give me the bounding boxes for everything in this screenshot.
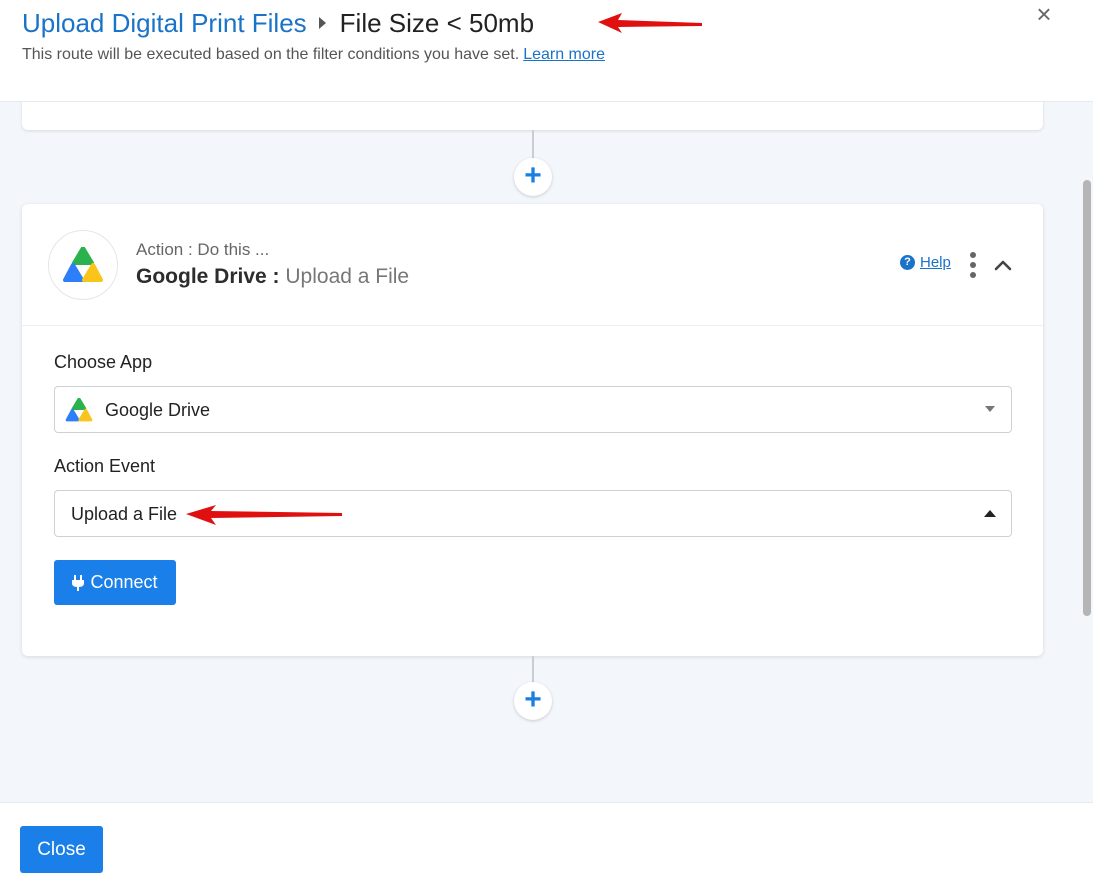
action-step-label: Action : Do this ... (136, 240, 270, 259)
plug-icon (72, 574, 85, 591)
close-icon[interactable]: × (1032, 1, 1056, 27)
breadcrumb: Upload Digital Print Files File Size < 5… (22, 6, 534, 40)
chevron-up-icon[interactable] (994, 256, 1012, 274)
app-logo (48, 230, 118, 300)
choose-app-value: Google Drive (105, 400, 211, 420)
breadcrumb-current: File Size < 50mb (339, 8, 535, 38)
action-event-value: Upload a File (71, 504, 178, 524)
action-app-name: Google Drive (136, 265, 267, 288)
annotation-arrow-icon (186, 505, 342, 525)
add-step-button[interactable]: + (514, 682, 552, 720)
add-step-button[interactable]: + (514, 158, 552, 196)
caret-up-icon (984, 510, 996, 517)
action-step-title: Google Drive : Upload a File (136, 265, 409, 289)
action-card-header[interactable]: Action : Do this ... Google Drive : Uplo… (22, 204, 1043, 326)
breadcrumb-separator-icon (318, 17, 326, 29)
subtitle-text: This route will be executed based on the… (22, 46, 520, 63)
breadcrumb-parent-link[interactable]: Upload Digital Print Files (22, 6, 307, 40)
help-link[interactable]: ? Help (900, 254, 951, 271)
action-event-name: Upload a File (285, 265, 410, 288)
google-drive-icon (63, 247, 103, 282)
previous-step-card[interactable] (22, 102, 1043, 130)
google-drive-icon (65, 398, 93, 422)
action-step-card: Action : Do this ... Google Drive : Uplo… (22, 204, 1043, 656)
more-options-icon[interactable] (965, 252, 981, 278)
learn-more-link[interactable]: Learn more (523, 46, 605, 63)
title-separator: : (266, 265, 286, 288)
choose-app-select[interactable]: Google Drive (54, 386, 1012, 433)
route-subtitle: This route will be executed based on the… (22, 46, 605, 64)
workflow-canvas: + Action : Do this ... Google Drive : Up… (0, 102, 1093, 802)
modal-footer: Close (0, 802, 1093, 886)
help-icon: ? (900, 255, 915, 270)
annotation-arrow-icon (598, 13, 702, 33)
connect-label: Connect (90, 572, 158, 592)
scrollbar-thumb[interactable] (1083, 180, 1091, 616)
help-label: Help (920, 254, 951, 271)
action-event-label: Action Event (54, 456, 156, 476)
choose-app-label: Choose App (54, 352, 153, 372)
modal-header: Upload Digital Print Files File Size < 5… (0, 0, 1093, 102)
close-button[interactable]: Close (20, 826, 103, 873)
connect-button[interactable]: Connect (54, 560, 176, 605)
caret-down-icon (985, 406, 995, 412)
